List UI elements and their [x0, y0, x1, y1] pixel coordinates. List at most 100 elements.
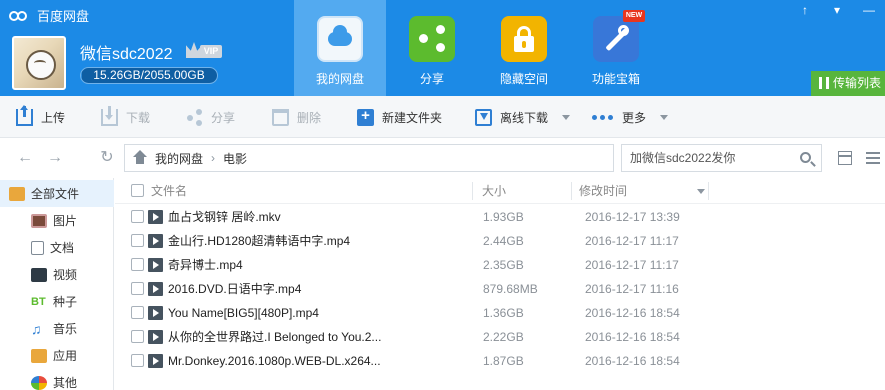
- refresh-icon[interactable]: ↻: [98, 149, 116, 167]
- offline-download-button[interactable]: 离线下载: [475, 96, 571, 138]
- row-checkbox[interactable]: [131, 354, 144, 367]
- document-icon: [31, 240, 44, 255]
- sidebar-item-all-files[interactable]: 全部文件: [0, 180, 114, 207]
- row-checkbox[interactable]: [131, 234, 144, 247]
- pin-icon[interactable]: ↑: [789, 0, 821, 20]
- row-checkbox[interactable]: [131, 282, 144, 295]
- table-row[interactable]: 血占戈钢锌 居岭.mkv 1.93GB 2016-12-17 13:39: [115, 205, 885, 229]
- table-row[interactable]: 从你的全世界路过.I Belonged to You.2... 2.22GB 2…: [115, 325, 885, 349]
- table-row[interactable]: 奇异博士.mp4 2.35GB 2016-12-17 11:17: [115, 253, 885, 277]
- new-folder-button[interactable]: 新建文件夹: [357, 96, 442, 138]
- sidebar-item-label: 文档: [50, 241, 75, 255]
- table-row[interactable]: You Name[BIG5][480P].mp4 1.36GB 2016-12-…: [115, 301, 885, 325]
- sidebar-item-label: 种子: [53, 295, 78, 309]
- storage-quota-text: 15.26GB/2055.00GB: [93, 68, 205, 82]
- nav-my-disk[interactable]: 我的网盘: [294, 0, 386, 96]
- sidebar-item-other[interactable]: 其他: [0, 369, 114, 390]
- more-label: 更多: [622, 110, 647, 125]
- nav-hidden-space[interactable]: 隐藏空间: [478, 0, 570, 96]
- sidebar-item-music[interactable]: ♫ 音乐: [0, 315, 114, 342]
- baidu-cloud-logo-icon: [9, 9, 31, 23]
- nav-toolbox[interactable]: NEW 功能宝箱: [570, 0, 662, 96]
- column-modified-header[interactable]: 修改时间: [579, 178, 627, 204]
- folder-icon: [9, 186, 25, 201]
- image-icon: [31, 213, 47, 228]
- music-icon: ♫: [31, 320, 42, 337]
- row-checkbox[interactable]: [131, 258, 144, 271]
- file-name[interactable]: 2016.DVD.日语中字.mp4: [168, 277, 301, 301]
- file-modified: 2016-12-16 18:54: [585, 306, 680, 320]
- upload-icon: [16, 104, 33, 126]
- back-arrow-icon[interactable]: ←: [16, 149, 34, 167]
- more-button[interactable]: 更多: [592, 96, 669, 138]
- transfer-icon: [819, 77, 829, 89]
- breadcrumb-current[interactable]: 电影: [223, 150, 247, 167]
- column-name-header[interactable]: 文件名: [151, 178, 187, 204]
- table-row[interactable]: 金山行.HD1280超清韩语中字.mp4 2.44GB 2016-12-17 1…: [115, 229, 885, 253]
- transfer-list-button[interactable]: 传输列表: [811, 71, 885, 96]
- chevron-down-icon: [562, 114, 571, 120]
- file-size: 1.36GB: [483, 306, 524, 320]
- search-icon[interactable]: [800, 152, 811, 163]
- search-input[interactable]: 加微信sdc2022发你: [621, 144, 822, 172]
- list-view-icon[interactable]: [838, 151, 852, 165]
- menu-dropdown-icon[interactable]: ▾: [821, 0, 853, 20]
- nav-my-disk-label: 我的网盘: [315, 72, 364, 86]
- bt-icon: BT: [31, 295, 46, 308]
- nav-share[interactable]: 分享: [386, 0, 478, 96]
- sort-chevron-down-icon[interactable]: [697, 189, 705, 194]
- sidebar-item-label: 音乐: [53, 322, 78, 336]
- share-small-icon: [186, 108, 203, 126]
- row-checkbox[interactable]: [131, 306, 144, 319]
- detail-view-icon[interactable]: [866, 151, 880, 165]
- file-name[interactable]: 金山行.HD1280超清韩语中字.mp4: [168, 229, 350, 253]
- nav-share-label: 分享: [419, 72, 444, 86]
- delete-button[interactable]: 删除: [272, 96, 321, 138]
- offline-download-icon: [475, 108, 492, 126]
- trash-icon: [272, 108, 289, 126]
- home-icon[interactable]: [133, 150, 147, 164]
- sidebar-item-torrents[interactable]: BT 种子: [0, 288, 114, 315]
- select-all-checkbox[interactable]: [131, 184, 144, 197]
- file-modified: 2016-12-16 18:54: [585, 354, 680, 368]
- top-header: 百度网盘 ↑ ▾ — 微信sdc2022 VIP 15.26GB/2055.00…: [0, 0, 885, 96]
- file-name[interactable]: Mr.Donkey.2016.1080p.WEB-DL.x264...: [168, 349, 381, 373]
- video-icon: [31, 267, 47, 282]
- cloud-disk-icon: [317, 16, 363, 62]
- vip-badge[interactable]: VIP: [186, 42, 222, 60]
- new-folder-label: 新建文件夹: [382, 110, 443, 125]
- video-file-icon: [148, 234, 163, 248]
- sidebar-item-images[interactable]: 图片: [0, 207, 114, 234]
- table-row[interactable]: Mr.Donkey.2016.1080p.WEB-DL.x264... 1.87…: [115, 349, 885, 373]
- table-row[interactable]: 2016.DVD.日语中字.mp4 879.68MB 2016-12-17 11…: [115, 277, 885, 301]
- file-name[interactable]: You Name[BIG5][480P].mp4: [168, 301, 319, 325]
- file-name[interactable]: 奇异博士.mp4: [168, 253, 243, 277]
- file-modified: 2016-12-17 13:39: [585, 210, 680, 224]
- action-toolbar: 上传 下载 分享 删除 新建文件夹 离线下载 更多: [0, 96, 885, 138]
- sidebar-item-videos[interactable]: 视频: [0, 261, 114, 288]
- minimize-icon[interactable]: —: [853, 0, 885, 20]
- username[interactable]: 微信sdc2022: [80, 40, 173, 64]
- file-size: 2.22GB: [483, 330, 524, 344]
- avatar[interactable]: [12, 36, 66, 90]
- share-button[interactable]: 分享: [186, 96, 235, 138]
- file-modified: 2016-12-17 11:17: [585, 234, 679, 248]
- file-size: 2.35GB: [483, 258, 524, 272]
- sidebar-item-label: 视频: [53, 268, 78, 282]
- file-name[interactable]: 从你的全世界路过.I Belonged to You.2...: [168, 325, 381, 349]
- sidebar-item-label: 图片: [53, 214, 78, 228]
- file-name[interactable]: 血占戈钢锌 居岭.mkv: [168, 205, 281, 229]
- file-modified: 2016-12-17 11:16: [585, 282, 679, 296]
- sidebar-item-documents[interactable]: 文档: [0, 234, 114, 261]
- column-size-header[interactable]: 大小: [482, 178, 506, 204]
- download-icon: [101, 105, 118, 126]
- breadcrumb: 我的网盘 › 电影: [124, 144, 614, 172]
- breadcrumb-root[interactable]: 我的网盘: [155, 150, 203, 167]
- chevron-down-icon: [660, 114, 669, 120]
- row-checkbox[interactable]: [131, 330, 144, 343]
- sidebar-item-apps[interactable]: 应用: [0, 342, 114, 369]
- upload-button[interactable]: 上传: [16, 96, 65, 138]
- forward-arrow-icon[interactable]: →: [46, 149, 64, 167]
- row-checkbox[interactable]: [131, 210, 144, 223]
- download-button[interactable]: 下载: [101, 96, 150, 138]
